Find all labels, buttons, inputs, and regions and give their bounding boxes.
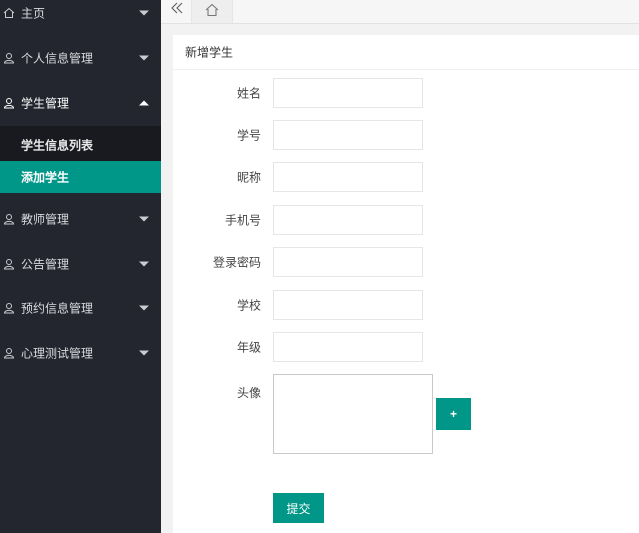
user-icon (3, 303, 15, 314)
chevron-down-icon (139, 261, 149, 267)
home-icon (3, 7, 15, 18)
field-label: 手机号 (224, 213, 261, 228)
grade-input[interactable] (273, 332, 423, 362)
sidebar-item-student-management[interactable]: 学生管理 (0, 83, 161, 123)
collapse-sidebar-button[interactable] (167, 0, 189, 22)
top-bar (161, 0, 639, 24)
field-label: 年级 (236, 340, 261, 355)
form-row-student-id: 学号 (173, 120, 639, 150)
student-id-input[interactable] (273, 120, 423, 150)
school-input[interactable] (273, 290, 423, 320)
upload-avatar-button[interactable]: + (436, 398, 471, 430)
chevron-up-icon (139, 100, 149, 106)
tab-home[interactable] (191, 0, 233, 23)
submit-button[interactable]: 提交 (273, 493, 324, 523)
sidebar-item-teacher-management[interactable]: 教师管理 (0, 199, 161, 239)
form-row-school: 学校 (173, 290, 639, 320)
user-icon (3, 98, 15, 109)
chevron-down-icon (139, 216, 149, 222)
field-label: 登录密码 (212, 255, 261, 270)
chevron-down-icon (139, 350, 149, 356)
submenu-item-label: 学生信息列表 (21, 138, 94, 153)
nickname-input[interactable] (273, 162, 423, 192)
sidebar-item-label: 学生管理 (21, 96, 70, 111)
submenu-item-student-list[interactable]: 学生信息列表 (0, 129, 161, 161)
field-label: 昵称 (236, 170, 261, 185)
sidebar-item-label: 预约信息管理 (21, 301, 94, 316)
field-label: 学校 (236, 298, 261, 313)
double-chevron-left-icon (171, 2, 183, 14)
avatar-label: 头像 (236, 386, 261, 400)
form-row-grade: 年级 (173, 332, 639, 362)
sidebar: 主页 个人信息管理 学生管理 学生信息列表 添加学生 教师管理 公告管理 预约信… (0, 0, 161, 533)
form-row-phone: 手机号 (173, 205, 639, 235)
form-row-name: 姓名 (173, 78, 639, 108)
submenu-item-add-student[interactable]: 添加学生 (0, 161, 161, 193)
user-icon (3, 53, 15, 64)
field-label: 姓名 (236, 86, 261, 101)
chevron-down-icon (139, 305, 149, 311)
sidebar-item-personal-info[interactable]: 个人信息管理 (0, 38, 161, 78)
field-label: 学号 (236, 128, 261, 143)
sidebar-item-announcement-management[interactable]: 公告管理 (0, 244, 161, 284)
password-input[interactable] (273, 247, 423, 277)
sidebar-item-appointment-management[interactable]: 预约信息管理 (0, 288, 161, 328)
user-icon (3, 214, 15, 225)
user-icon (3, 259, 15, 270)
sidebar-item-label: 公告管理 (21, 257, 70, 272)
home-icon (205, 3, 219, 17)
chevron-down-icon (139, 10, 149, 16)
form-row-nickname: 昵称 (173, 162, 639, 192)
sidebar-item-label: 教师管理 (21, 212, 70, 227)
sidebar-item-home[interactable]: 主页 (0, 0, 161, 33)
card-header: 新增学生 (173, 35, 639, 70)
submenu: 学生信息列表 添加学生 (0, 126, 161, 193)
sidebar-item-label: 个人信息管理 (21, 51, 94, 66)
sidebar-item-label: 主页 (21, 6, 46, 21)
avatar-preview[interactable] (273, 374, 433, 454)
sidebar-item-label: 心理测试管理 (21, 346, 94, 361)
submenu-item-label: 添加学生 (21, 170, 70, 185)
page-title: 新增学生 (185, 45, 234, 60)
user-icon (3, 348, 15, 359)
chevron-down-icon (139, 55, 149, 61)
phone-input[interactable] (273, 205, 423, 235)
name-input[interactable] (273, 78, 423, 108)
form-row-password: 登录密码 (173, 247, 639, 277)
add-student-card: 新增学生 姓名 学号 昵称 手机号 登录密码 学校 年级 头像 + 提交 (173, 35, 639, 533)
sidebar-item-psych-test-management[interactable]: 心理测试管理 (0, 333, 161, 373)
